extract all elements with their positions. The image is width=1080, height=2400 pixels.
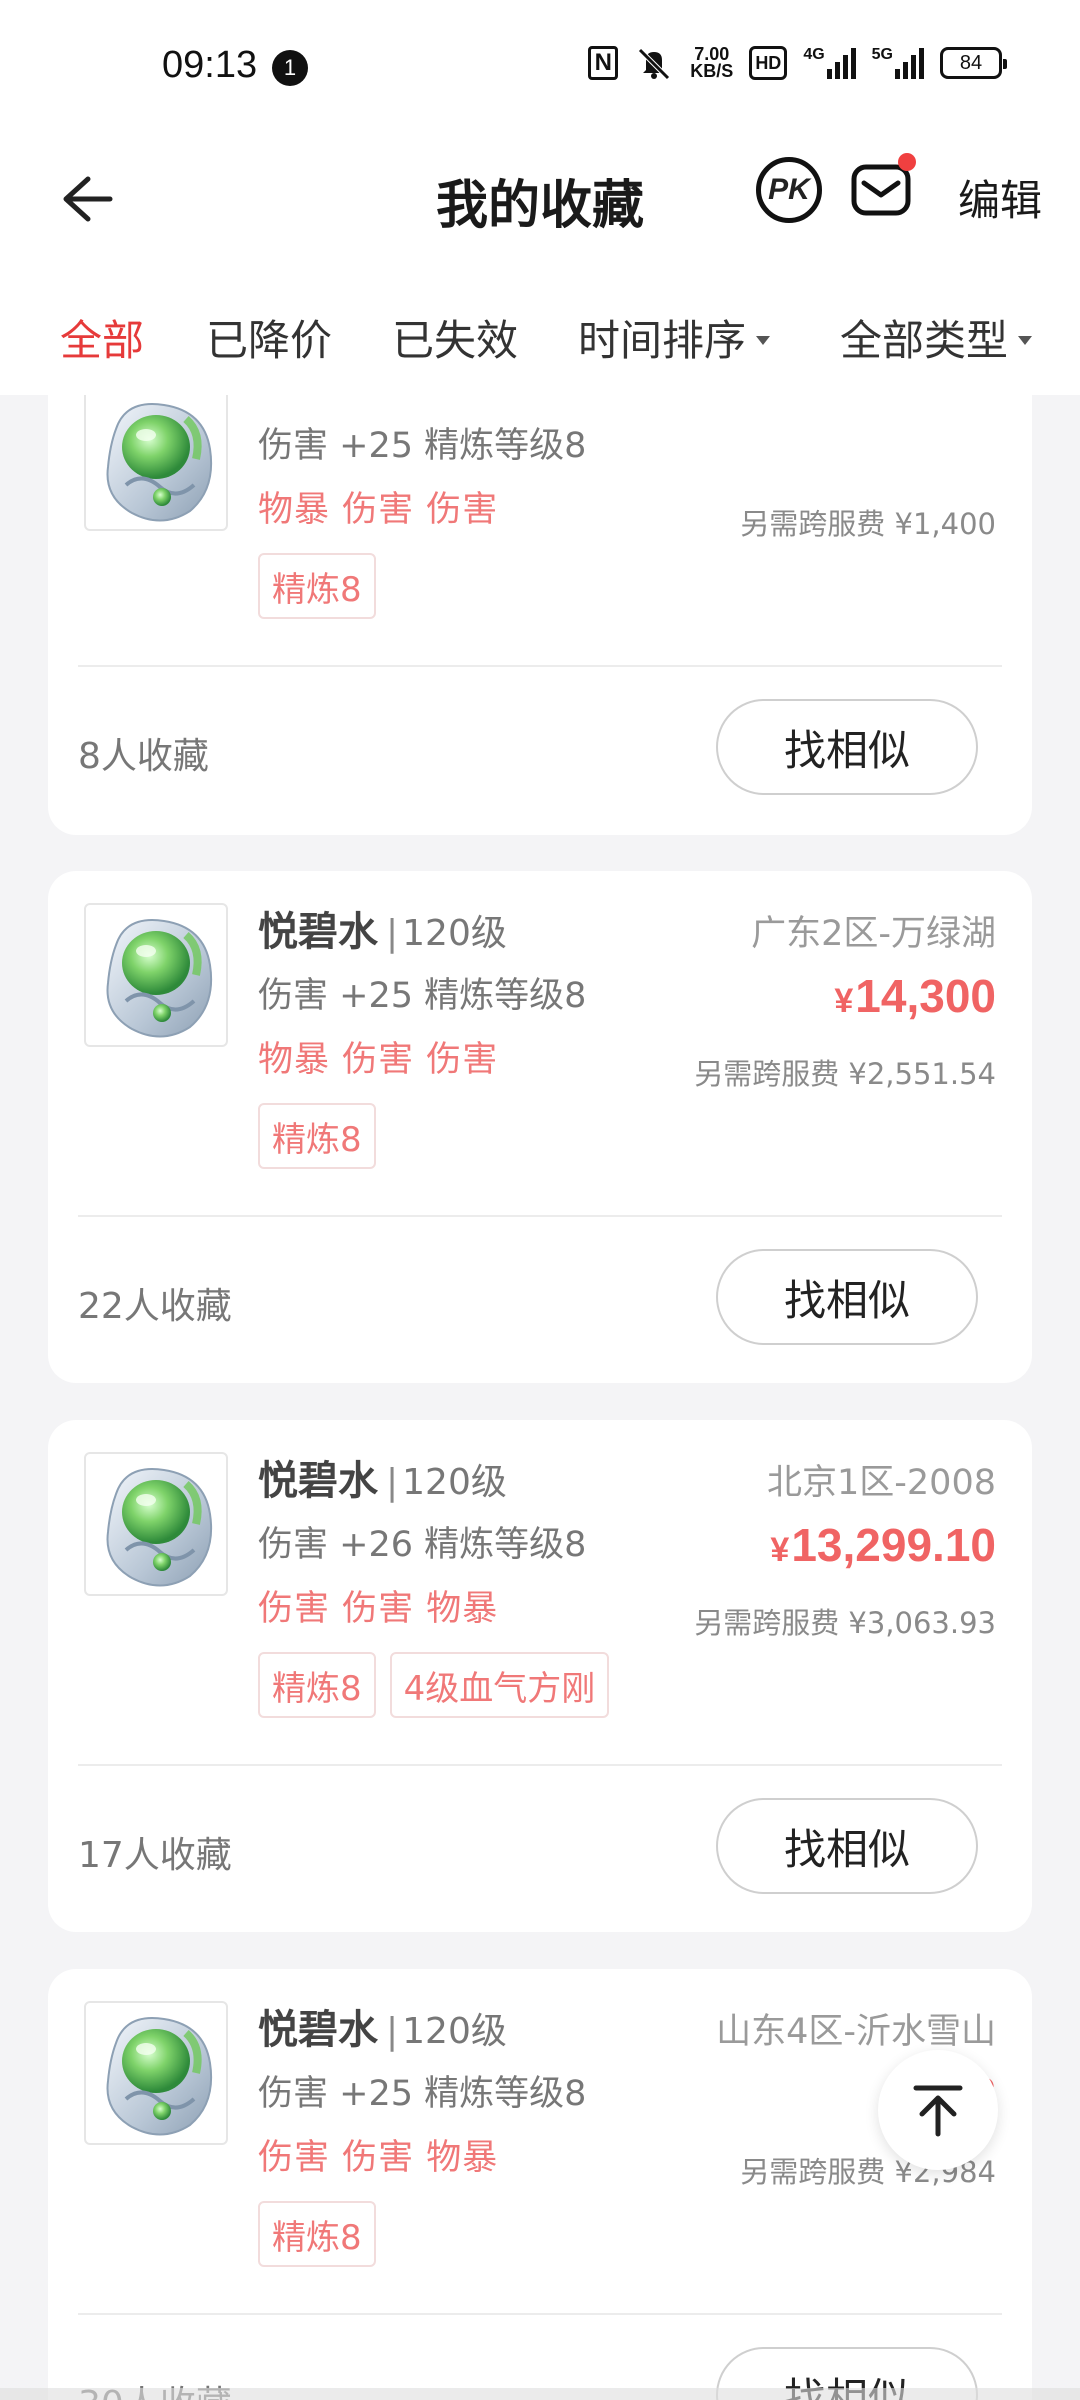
scroll-to-top-icon[interactable] [878,2050,998,2170]
skill-badge: 4级血气方刚 [389,1652,610,1718]
cross-server-fee: 另需跨服费 ¥2,551.54 [694,1057,996,1091]
favorite-count: 8人收藏 [78,736,209,777]
network-speed: 7.00 KB/S [690,45,734,81]
tab-all[interactable]: 全部 [60,307,144,368]
refine-badge: 精炼8 [258,553,376,619]
status-bar: 09:13 1 N 7.00 KB/S HD 4G 5G 84 [0,0,1080,135]
jade-pendant-icon [84,395,228,531]
caret-down-icon [1018,336,1033,345]
item-attributes: 伤害 +25 精炼等级8 [258,976,587,1016]
item-special-tags: 物暴 伤害 伤害 [258,490,499,530]
divider [78,1215,1002,1217]
server-name: 广东2区-万绿湖 [751,914,996,954]
divider [78,1764,1002,1766]
nfc-icon: N [588,46,619,80]
status-time: 09:13 [162,44,258,86]
cross-server-fee: 另需跨服费 ¥1,400 [740,507,996,541]
network-speed-unit: KB/S [690,61,734,81]
item-attributes: 伤害 +25 精炼等级8 [258,2074,587,2114]
item-badges: 精炼8 4级血气方刚 [258,1652,610,1718]
currency-symbol: ¥ [770,1531,790,1569]
page-title: 我的收藏 [435,176,644,236]
signal-5g-label: 5G [871,46,893,63]
item-price: ¥14,300 [834,969,996,1023]
type-filter-dropdown[interactable]: 全部类型 [840,307,1033,368]
battery-icon: 84 [940,47,1007,79]
cross-server-fee: 另需跨服费 ¥3,063.93 [694,1606,996,1640]
favorite-item-card[interactable]: 悦碧水 | 120级 伤害 +26 精炼等级8 伤害 伤害 物暴 精炼8 4级血气方… [48,1420,1032,1932]
mute-bell-icon [634,46,674,80]
tab-expired[interactable]: 已失效 [392,307,518,368]
sort-time-dropdown[interactable]: 时间排序 [578,307,771,368]
caret-down-icon [756,336,771,345]
find-similar-button[interactable]: 找相似 [716,1798,978,1894]
filter-tabs: 全部 已降价 已失效 时间排序 全部类型 [0,285,1080,395]
item-attributes: 伤害 +26 精炼等级8 [258,1525,587,1565]
server-name: 山东4区-沂水雪山 [716,2012,996,2052]
refine-badge: 精炼8 [258,1652,376,1718]
favorite-item-card[interactable]: 悦碧水 | 120级 伤害 +25 精炼等级8 物暴 伤害 伤害 精炼8 广东2区-… [48,871,1032,1383]
mail-unread-dot [898,153,916,171]
item-name: 悦碧水 [258,2007,378,2053]
price-value: 13,299.10 [791,1519,996,1571]
item-special-tags: 伤害 伤害 物暴 [258,1589,499,1629]
top-nav-bar: 我的收藏 PK 编辑 [0,135,1080,285]
item-name: 悦碧水 [258,909,378,955]
find-similar-button[interactable]: 找相似 [716,1249,978,1345]
signal-4g-label: 4G [803,46,825,63]
jade-pendant-icon [84,903,228,1047]
tab-price-drop[interactable]: 已降价 [206,307,332,368]
jade-pendant-icon [84,2001,228,2145]
hd-voice-icon: HD [749,46,788,80]
favorite-item-card[interactable]: 悦碧水 | 120级 伤害 +25 精炼等级8 伤害 伤害 物暴 精炼8 山东4区-… [48,1969,1032,2400]
item-attributes: 伤害 +25 精炼等级8 [258,426,587,466]
item-badges: 精炼8 [258,2201,376,2267]
item-name: 悦碧水 [258,1458,378,1504]
refine-badge: 精炼8 [258,2201,376,2267]
notification-count-badge: 1 [272,50,308,86]
item-level: 120级 [402,2011,507,2052]
item-special-tags: 物暴 伤害 伤害 [258,1040,499,1080]
item-badges: 精炼8 [258,553,376,619]
item-special-tags: 伤害 伤害 物暴 [258,2138,499,2178]
item-level: 120级 [402,1462,507,1503]
item-title: 悦碧水 | 120级 [258,2007,507,2053]
divider [78,2313,1002,2315]
divider [78,665,1002,667]
favorite-item-card[interactable]: 伤害 +25 精炼等级8 物暴 伤害 伤害 精炼8 另需跨服费 ¥1,400 8… [48,395,1032,835]
find-similar-button[interactable]: 找相似 [716,699,978,795]
gesture-bar [0,2388,1080,2400]
edit-button[interactable]: 编辑 [958,167,1042,228]
status-icons: N 7.00 KB/S HD 4G 5G 84 [588,45,1007,81]
item-price: ¥13,299.10 [770,1518,996,1572]
currency-symbol: ¥ [834,982,854,1020]
server-name: 北京1区-2008 [767,1463,996,1503]
sort-time-label: 时间排序 [578,316,747,365]
favorite-count: 22人收藏 [78,1286,232,1327]
jade-pendant-icon [84,1452,228,1596]
pk-icon[interactable]: PK [756,157,822,223]
item-badges: 精炼8 [258,1103,376,1169]
type-filter-label: 全部类型 [840,316,1009,365]
signal-4g-icon: 4G [803,46,856,80]
item-title: 悦碧水 | 120级 [258,909,507,955]
item-level: 120级 [402,913,507,954]
price-value: 14,300 [855,970,996,1022]
signal-5g-icon: 5G [872,46,924,80]
refine-badge: 精炼8 [258,1103,376,1169]
item-title: 悦碧水 | 120级 [258,1458,507,1504]
favorite-count: 17人收藏 [78,1835,232,1876]
